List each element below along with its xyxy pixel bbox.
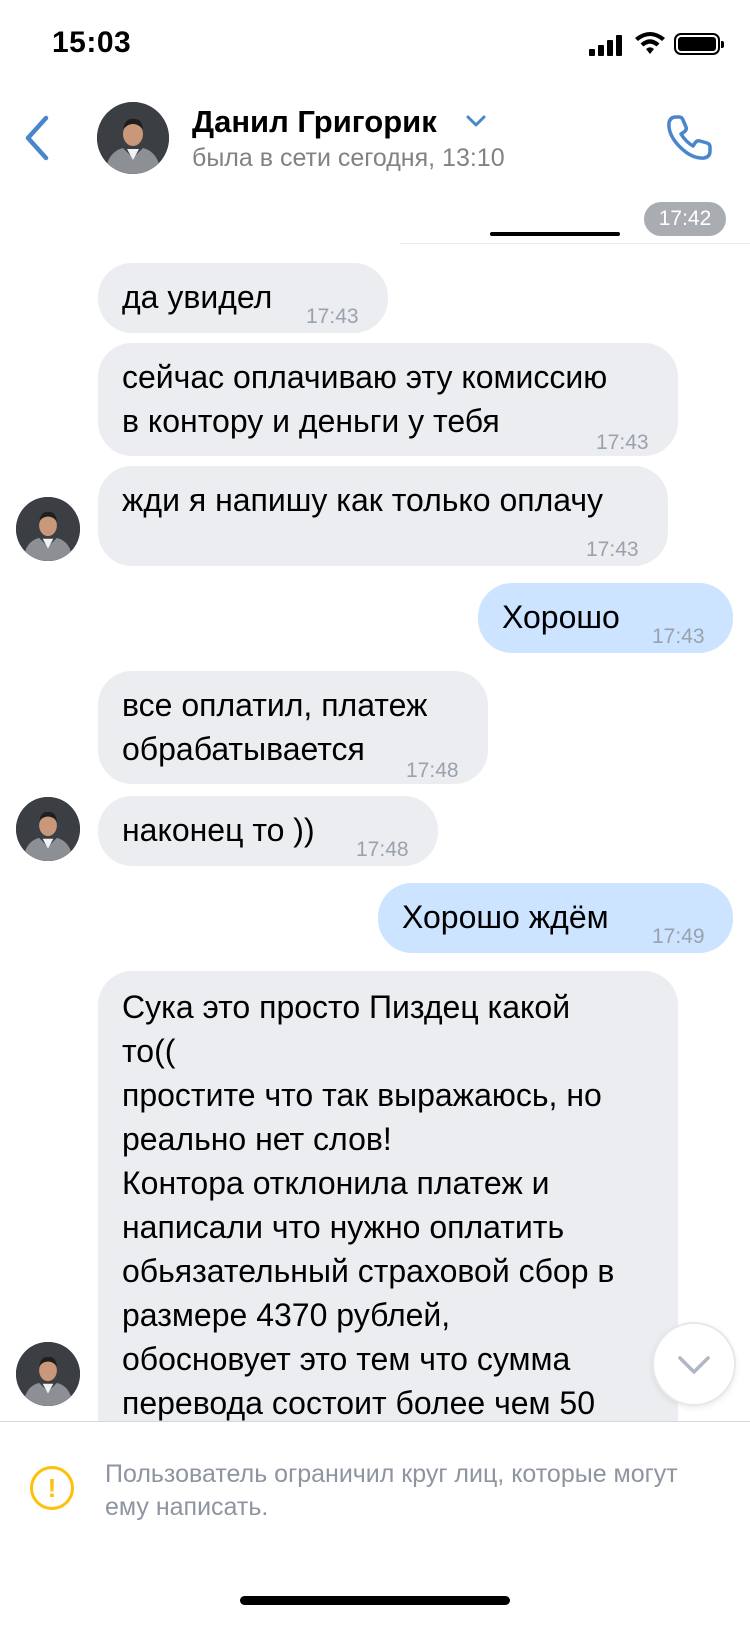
message-text: наконец то )) bbox=[122, 812, 315, 848]
divider bbox=[400, 243, 750, 244]
home-indicator[interactable] bbox=[240, 1596, 510, 1605]
message-text: жди я напишу как только оплачу bbox=[122, 482, 604, 518]
restricted-notice-text: Пользователь ограничил круг лиц, которые… bbox=[105, 1460, 678, 1521]
incoming-message[interactable]: наконец то )) 17:48 bbox=[98, 796, 438, 866]
message-text: обрабатывается bbox=[122, 731, 365, 767]
message-text: Хорошо bbox=[502, 599, 620, 635]
contact-avatar[interactable] bbox=[16, 797, 80, 861]
message-text: то(( bbox=[122, 1033, 176, 1069]
contact-avatar[interactable] bbox=[16, 1342, 80, 1406]
back-arrow-icon[interactable] bbox=[18, 112, 58, 164]
incoming-message[interactable]: все оплатил, платеж обрабатывается 17:48 bbox=[98, 671, 488, 784]
contact-last-seen: была в сети сегодня, 13:10 bbox=[192, 144, 505, 172]
message-text: размере 4370 рублей, bbox=[122, 1297, 451, 1333]
wifi-icon bbox=[635, 32, 665, 54]
chevron-down-scroll-icon bbox=[678, 1356, 710, 1374]
status-time: 15:03 bbox=[52, 26, 132, 59]
contact-avatar[interactable] bbox=[97, 102, 169, 174]
message-time: 17:43 bbox=[596, 431, 649, 454]
message-text: обьязательный страховой сбор в bbox=[122, 1253, 615, 1289]
incoming-message[interactable]: сейчас оплачиваю эту комиссию в контору … bbox=[98, 343, 678, 456]
message-text: Контора отклонила платеж и bbox=[122, 1165, 550, 1201]
message-time: 17:43 bbox=[586, 538, 639, 561]
scroll-indicator bbox=[490, 232, 620, 236]
message-time: 17:48 bbox=[406, 759, 459, 782]
message-time: 17:48 bbox=[356, 838, 409, 861]
scroll-down-button[interactable] bbox=[652, 1322, 736, 1406]
message-text: реально нет слов! bbox=[122, 1121, 392, 1157]
incoming-message[interactable]: жди я напишу как только оплачу 17:43 bbox=[98, 466, 668, 566]
battery-icon bbox=[674, 33, 724, 55]
phone-icon[interactable] bbox=[664, 113, 712, 163]
message-time: 17:49 bbox=[652, 925, 705, 948]
message-text: да увидел bbox=[122, 279, 273, 315]
message-time: 17:43 bbox=[652, 625, 705, 648]
contact-avatar[interactable] bbox=[16, 497, 80, 561]
outgoing-message[interactable]: Хорошо ждём 17:49 bbox=[378, 883, 733, 953]
message-text: простите что так выражаюсь, но bbox=[122, 1077, 602, 1113]
message-time: 17:43 bbox=[306, 305, 359, 328]
message-text: обосновует это тем что сумма bbox=[122, 1341, 571, 1377]
time-pill: 17:42 bbox=[644, 202, 726, 236]
contact-name[interactable]: Данил Григорик bbox=[192, 104, 437, 140]
incoming-message[interactable]: Сука это просто Пиздец какой то(( прости… bbox=[98, 971, 678, 1491]
message-text: в контору и деньги у тебя bbox=[122, 403, 500, 439]
warning-icon: ! bbox=[30, 1466, 74, 1510]
message-text: перевода состоит более чем 50 bbox=[122, 1385, 596, 1421]
message-text: Сука это просто Пиздец какой bbox=[122, 989, 571, 1025]
signal-icon bbox=[589, 34, 623, 56]
message-text: сейчас оплачиваю эту комиссию bbox=[122, 359, 608, 395]
message-text: Хорошо ждём bbox=[402, 899, 609, 935]
chevron-down-icon[interactable] bbox=[465, 114, 487, 128]
incoming-message[interactable]: да увидел 17:43 bbox=[98, 263, 388, 333]
message-text: написали что нужно оплатить bbox=[122, 1209, 565, 1245]
message-text: все оплатил, платеж bbox=[122, 687, 428, 723]
outgoing-message[interactable]: Хорошо 17:43 bbox=[478, 583, 733, 653]
